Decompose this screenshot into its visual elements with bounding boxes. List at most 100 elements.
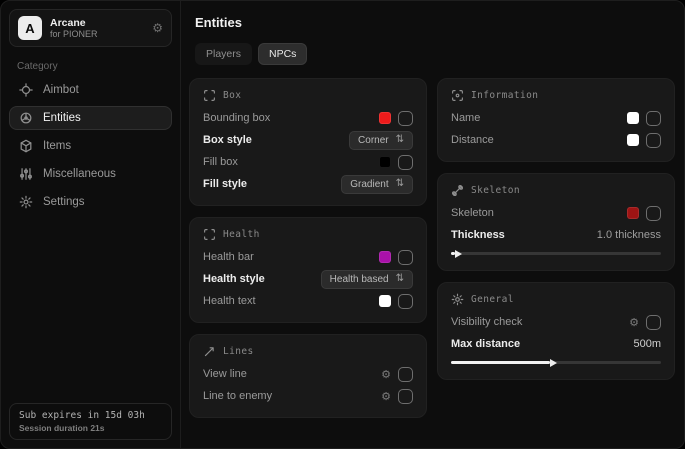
setting-label: Health style: [203, 273, 265, 285]
card-title: Box: [223, 90, 241, 101]
setting-label: Name: [451, 112, 480, 124]
tab-players[interactable]: Players: [195, 43, 252, 65]
checkbox[interactable]: [646, 315, 661, 330]
setting-label: Distance: [451, 134, 494, 146]
setting-label: Fill style: [203, 178, 247, 190]
card-health: Health Health bar Health style Health ba…: [189, 217, 427, 323]
color-swatch[interactable]: [379, 112, 391, 124]
sidebar-item-miscellaneous[interactable]: Miscellaneous: [9, 162, 172, 186]
setting-label: Line to enemy: [203, 390, 272, 402]
card-skeleton: Skeleton Skeleton Thickness 1.0 thicknes…: [437, 173, 675, 271]
select-value: Health based: [330, 274, 389, 285]
package-icon: [19, 139, 33, 153]
tab-npcs[interactable]: NPCs: [258, 43, 307, 65]
crosshair-icon: [19, 83, 33, 97]
card-general-header: General: [451, 292, 661, 306]
app-window: A Arcane for PIONER ⚙ Category Aimbot En…: [0, 0, 685, 449]
card-title: Skeleton: [471, 185, 520, 196]
brand-card: A Arcane for PIONER ⚙: [9, 9, 172, 47]
left-column: Box Bounding box Box style Corner ⇅: [189, 78, 427, 418]
setting-row-skeleton: Skeleton: [451, 202, 661, 224]
card-title: Information: [471, 90, 538, 101]
brand-gear-icon[interactable]: ⚙: [152, 21, 163, 35]
setting-label: Health bar: [203, 251, 254, 263]
checkbox[interactable]: [398, 250, 413, 265]
checkbox[interactable]: [646, 111, 661, 126]
subscription-info: Sub expires in 15d 03h Session duration …: [9, 403, 172, 440]
app-subtitle: for PIONER: [50, 29, 144, 39]
crop-marks-icon: [203, 89, 216, 102]
setting-row-name: Name: [451, 107, 661, 129]
gear-icon: [19, 195, 33, 209]
card-lines: Lines View line ⚙ Line to enemy ⚙: [189, 334, 427, 418]
checkbox[interactable]: [646, 133, 661, 148]
page-title: Entities: [195, 15, 675, 30]
card-general: General Visibility check ⚙ Max distance …: [437, 282, 675, 380]
main-panel: Entities Players NPCs Box Bounding box: [181, 1, 685, 448]
setting-label: Visibility check: [451, 316, 522, 328]
sidebar-item-label: Aimbot: [43, 84, 79, 96]
session-duration-text: Session duration 21s: [19, 423, 162, 433]
thickness-value: 1.0 thickness: [597, 229, 661, 241]
sliders-icon: [19, 167, 33, 181]
fill-style-select[interactable]: Gradient ⇅: [341, 175, 413, 194]
checkbox[interactable]: [398, 111, 413, 126]
card-title: General: [471, 294, 514, 305]
slider-thumb[interactable]: [455, 250, 462, 258]
thickness-slider[interactable]: [451, 252, 661, 255]
select-expander-icon: ⇅: [396, 274, 404, 284]
checkbox[interactable]: [398, 155, 413, 170]
card-information-header: Information: [451, 88, 661, 102]
checkbox[interactable]: [398, 389, 413, 404]
sidebar-item-label: Items: [43, 140, 71, 152]
checkbox[interactable]: [646, 206, 661, 221]
slider-thumb[interactable]: [550, 359, 557, 367]
checkbox[interactable]: [398, 294, 413, 309]
general-gear-icon: [451, 293, 464, 306]
bone-icon: [451, 184, 464, 197]
setting-row-box-style: Box style Corner ⇅: [203, 129, 413, 151]
setting-label: Skeleton: [451, 207, 494, 219]
setting-row-health-style: Health style Health based ⇅: [203, 268, 413, 290]
card-health-header: Health: [203, 227, 413, 241]
checkbox[interactable]: [398, 367, 413, 382]
entities-icon: [19, 111, 33, 125]
line-config-gear-icon[interactable]: ⚙: [381, 390, 391, 403]
select-value: Corner: [358, 135, 389, 146]
setting-row-bounding-box: Bounding box: [203, 107, 413, 129]
setting-row-line-to-enemy: Line to enemy ⚙: [203, 385, 413, 407]
box-style-select[interactable]: Corner ⇅: [349, 131, 413, 150]
sub-expiry-text: Sub expires in 15d 03h: [19, 410, 162, 421]
setting-row-visibility-check: Visibility check ⚙: [451, 311, 661, 333]
sidebar-item-items[interactable]: Items: [9, 134, 172, 158]
scan-icon: [451, 89, 464, 102]
app-title: Arcane: [50, 17, 144, 29]
setting-label: Thickness: [451, 229, 505, 241]
line-config-gear-icon[interactable]: ⚙: [381, 368, 391, 381]
sidebar-item-entities[interactable]: Entities: [9, 106, 172, 130]
color-swatch[interactable]: [379, 251, 391, 263]
sidebar-item-aimbot[interactable]: Aimbot: [9, 78, 172, 102]
color-swatch[interactable]: [379, 295, 391, 307]
card-title: Lines: [223, 346, 254, 357]
card-skeleton-header: Skeleton: [451, 183, 661, 197]
health-style-select[interactable]: Health based ⇅: [321, 270, 413, 289]
setting-row-fill-style: Fill style Gradient ⇅: [203, 173, 413, 195]
max-distance-slider[interactable]: [451, 361, 661, 364]
sidebar-nav: Aimbot Entities Items Miscellaneous: [9, 78, 172, 214]
setting-row-distance: Distance: [451, 129, 661, 151]
card-title: Health: [223, 229, 260, 240]
setting-row-fill-box: Fill box: [203, 151, 413, 173]
sidebar-item-settings[interactable]: Settings: [9, 190, 172, 214]
slider-fill: [451, 252, 455, 255]
diagonal-line-icon: [203, 345, 216, 358]
color-swatch[interactable]: [627, 112, 639, 124]
right-column: Information Name Distance: [437, 78, 675, 418]
setting-label: Fill box: [203, 156, 238, 168]
color-swatch[interactable]: [627, 207, 639, 219]
setting-row-view-line: View line ⚙: [203, 363, 413, 385]
color-swatch[interactable]: [379, 156, 391, 168]
card-lines-header: Lines: [203, 344, 413, 358]
visibility-config-gear-icon[interactable]: ⚙: [629, 316, 639, 329]
color-swatch[interactable]: [627, 134, 639, 146]
